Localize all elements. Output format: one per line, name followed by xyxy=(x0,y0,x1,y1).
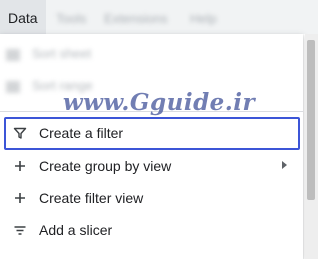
menu-help[interactable]: Help xyxy=(190,11,217,26)
menu-item-create-group-by-view[interactable]: Create group by view xyxy=(0,150,303,182)
menu-item-sort-sheet[interactable]: Sort sheet xyxy=(6,46,91,64)
highlight-box xyxy=(4,117,300,150)
menu-item-create-filter-view-label: Create filter view xyxy=(39,190,144,206)
plus-icon xyxy=(15,193,25,203)
menu-item-create-group-by-view-label: Create group by view xyxy=(39,158,172,174)
menu-tools[interactable]: Tools xyxy=(56,11,86,26)
sort-icon xyxy=(6,48,20,61)
menu-item-sort-sheet-label: Sort sheet xyxy=(32,46,92,61)
scrollbar-thumb[interactable] xyxy=(307,40,315,200)
menu-item-add-slicer-label: Add a slicer xyxy=(39,222,113,238)
menu-extensions[interactable]: Extensions xyxy=(104,11,168,26)
menu-item-add-slicer[interactable]: Add a slicer xyxy=(0,214,303,246)
plus-icon xyxy=(15,161,25,171)
slicer-icon xyxy=(14,226,26,235)
menu-data[interactable]: Data xyxy=(0,0,46,34)
menu-item-create-filter-view[interactable]: Create filter view xyxy=(0,182,303,214)
menu-bar: Data Tools Extensions Help xyxy=(0,0,318,34)
menu-data-label: Data xyxy=(8,10,38,26)
watermark: www.Gguide.ir xyxy=(62,89,256,116)
submenu-arrow-icon xyxy=(282,161,287,169)
